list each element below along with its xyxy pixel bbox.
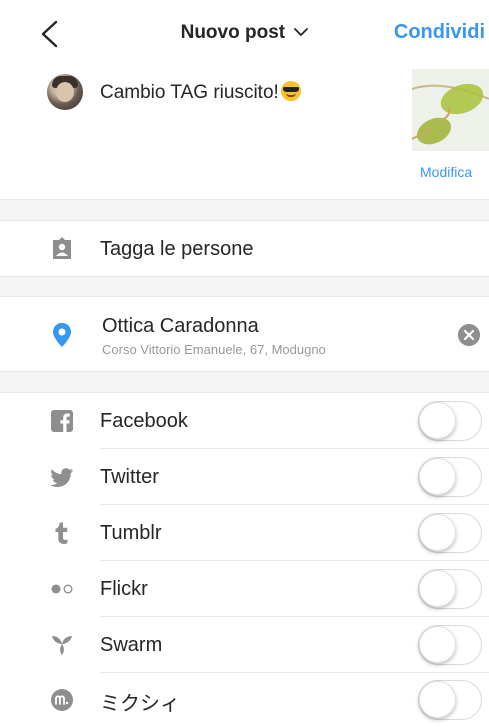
share-button[interactable]: Condividi [394, 21, 485, 44]
flickr-icon [51, 584, 73, 594]
tumblr-toggle[interactable] [418, 513, 482, 553]
header-bar: Nuovo post Condividi [0, 0, 489, 66]
caption-text: Cambio TAG riuscito! [100, 82, 279, 103]
share-row-mixi: ミクシィ [0, 673, 489, 727]
edit-link[interactable]: Modifica [420, 164, 472, 180]
share-label: Twitter [100, 466, 159, 488]
share-label: Flickr [100, 578, 148, 600]
swarm-toggle[interactable] [418, 625, 482, 665]
caption-field[interactable]: Cambio TAG riuscito! [100, 81, 301, 104]
post-thumbnail[interactable] [412, 69, 489, 151]
tag-person-icon [53, 237, 71, 259]
mixi-icon [51, 689, 73, 711]
swarm-icon [52, 636, 72, 655]
flickr-toggle[interactable] [418, 569, 482, 609]
share-label: ミクシィ [100, 693, 180, 715]
facebook-icon [51, 410, 73, 432]
tag-people-row[interactable]: Tagga le persone [0, 221, 489, 276]
avatar [47, 74, 83, 110]
location-pin-icon [53, 323, 71, 347]
section-divider [0, 276, 489, 297]
share-row-tumblr: Tumblr [0, 505, 489, 561]
share-row-flickr: Flickr [0, 561, 489, 617]
share-label: Facebook [100, 410, 188, 432]
page-title-text: Nuovo post [180, 22, 286, 43]
location-name: Ottica Caradonna [102, 315, 259, 337]
remove-location-icon[interactable] [458, 324, 480, 346]
share-row-swarm: Swarm [0, 617, 489, 673]
facebook-toggle[interactable] [418, 401, 482, 441]
share-label: Tumblr [100, 522, 162, 544]
share-row-facebook: Facebook [0, 393, 489, 449]
chevron-down-icon [294, 28, 309, 37]
share-row-twitter: Twitter [0, 449, 489, 505]
share-label: Swarm [100, 634, 163, 656]
sunglasses-photo [412, 69, 489, 151]
sunglasses-emoji-icon [280, 81, 301, 101]
tumblr-icon [55, 522, 68, 544]
tag-people-label: Tagga le persone [100, 238, 254, 260]
twitter-icon [50, 468, 73, 487]
twitter-toggle[interactable] [418, 457, 482, 497]
section-divider [0, 371, 489, 393]
section-divider [0, 199, 489, 221]
location-address: Corso Vittorio Emanuele, 67, Modugno [102, 342, 326, 357]
mixi-toggle[interactable] [418, 680, 482, 720]
